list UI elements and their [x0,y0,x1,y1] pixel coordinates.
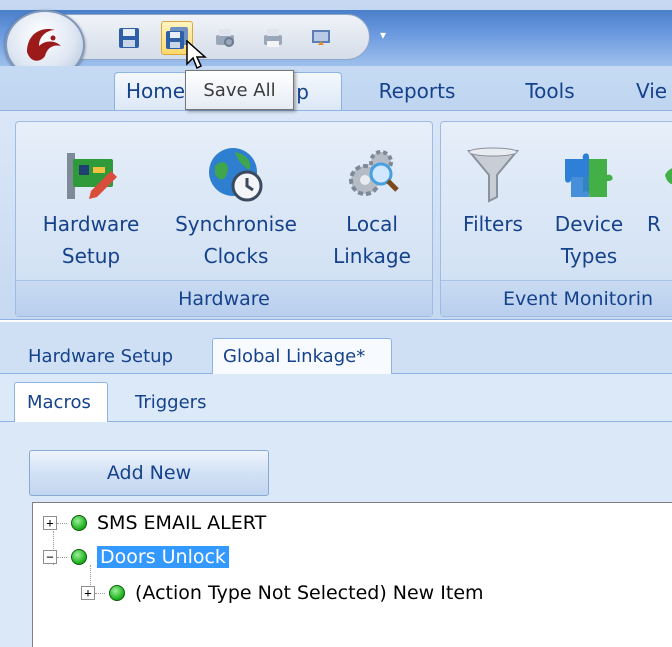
local-linkage-label-line1: Local [346,212,398,236]
tab-global-linkage-label: Global Linkage* [223,346,366,367]
status-dot-icon [109,585,125,601]
expand-icon[interactable]: + [43,516,57,530]
tree-node[interactable]: + (Action Type Not Selected) New Item [81,579,484,607]
device-types-button[interactable]: Device Types [547,142,631,280]
tree-node-label: SMS EMAIL ALERT [97,512,267,534]
event-monitoring-group: Filters Device Types R Event Monitorin [440,121,672,317]
event-monitoring-group-label: Event Monitorin [441,280,672,316]
tooltip: Save All [185,70,294,110]
sub-tab-strip: Macros Triggers [0,374,672,422]
hardware-setup-label-line2: Setup [61,244,121,268]
tree-node-label: Doors Unlock [97,546,229,568]
tree-node-label: (Action Type Not Selected) New Item [135,582,484,604]
tab-macros-label: Macros [27,392,91,413]
synchronise-clocks-label-line1: Synchronise [175,212,297,236]
tree-node[interactable]: + SMS EMAIL ALERT [43,509,266,537]
expand-icon[interactable]: + [81,586,95,600]
ribbon-tab-row: p Home Reports Tools Vie [0,66,672,110]
device-types-label-line2: Types [560,244,618,268]
hardware-group-label: Hardware [16,280,432,316]
tab-hardware-setup[interactable]: Hardware Setup [28,338,173,374]
mouse-cursor-icon [186,39,208,76]
filters-label-line1: Filters [463,212,523,236]
tab-view[interactable]: Vie [636,72,672,110]
screen-export-icon[interactable] [305,21,337,55]
tab-global-linkage[interactable]: Global Linkage* [212,338,392,374]
synchronise-clocks-button[interactable]: Synchronise Clocks [166,142,306,280]
tab-triggers-label: Triggers [135,391,207,413]
save-icon[interactable] [113,21,145,55]
globe-clock-icon [201,142,271,208]
tree-connector [57,522,67,524]
title-bar: ▾ [0,0,672,80]
status-dot-icon [71,549,87,565]
tab-home[interactable]: Home [126,72,190,110]
filters-button[interactable]: Filters [455,142,531,280]
tree-connector [95,592,105,594]
status-dot-icon [71,515,87,531]
device-types-label-line1: Device [554,212,624,236]
partial-ribbon-button[interactable]: R [647,142,672,280]
macros-panel: Add New + SMS EMAIL ALERT − Doors Unlock… [0,422,672,647]
tab-tools[interactable]: Tools [505,72,595,110]
print-icon[interactable] [257,21,289,55]
macro-tree[interactable]: + SMS EMAIL ALERT − Doors Unlock + (Acti… [32,502,672,647]
synchronise-clocks-label-line2: Clocks [203,244,269,268]
funnel-icon [458,142,528,208]
add-new-label: Add New [106,462,192,484]
hardware-setup-label-line1: Hardware [42,212,140,236]
hardware-group: Hardware Setup Synchronise Clocks Local … [15,121,433,317]
tooltip-text: Save All [203,79,276,101]
add-new-button[interactable]: Add New [29,450,269,496]
quick-access-toolbar [60,14,370,60]
puzzle-icon [554,142,624,208]
tab-triggers[interactable]: Triggers [135,382,206,422]
tab-reports-label: Reports [378,79,456,103]
hardware-card-icon [56,142,126,208]
customize-dropdown-icon[interactable]: ▾ [380,28,386,42]
tree-connector [57,556,67,558]
tab-setup-label-suffix: p [296,79,309,104]
gears-magnifier-icon [337,142,407,208]
hardware-setup-button[interactable]: Hardware Setup [36,142,146,280]
partial-icon [647,142,672,208]
tab-tools-label: Tools [525,79,575,103]
tab-macros[interactable]: Macros [14,382,108,422]
tab-home-label: Home [126,79,186,103]
partial-button-label: R [647,212,661,236]
tree-node[interactable]: − Doors Unlock [43,543,229,571]
tab-view-label: Vie [636,79,668,103]
collapse-icon[interactable]: − [43,550,57,564]
document-tab-strip: Hardware Setup Global Linkage* [0,322,672,374]
tab-hardware-setup-label: Hardware Setup [28,345,174,367]
tab-reports[interactable]: Reports [362,72,472,110]
ribbon: Hardware Setup Synchronise Clocks Local … [0,110,672,320]
local-linkage-button[interactable]: Local Linkage [324,142,420,280]
local-linkage-label-line2: Linkage [333,244,411,268]
print-preview-icon[interactable] [209,21,241,55]
